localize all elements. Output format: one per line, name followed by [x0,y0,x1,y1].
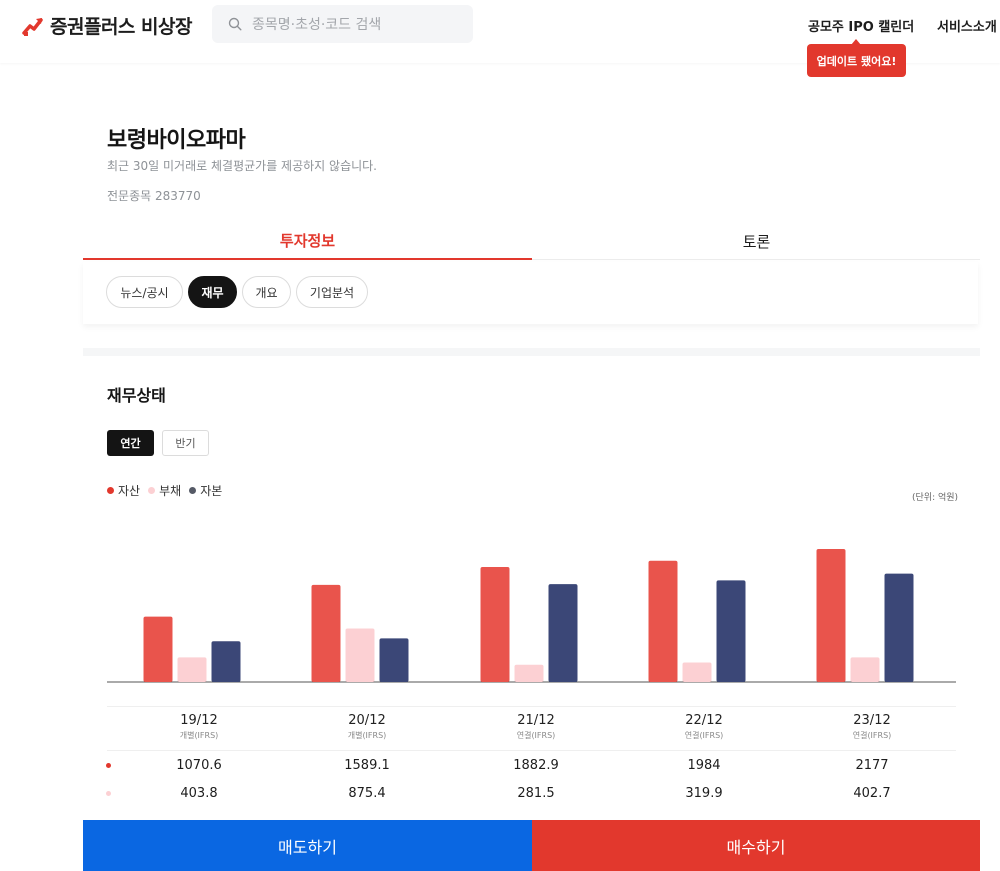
period-column: 19/12 개별(IFRS) [139,713,259,741]
bar-assets-19-12[interactable] [143,616,173,682]
period-column: 20/12 개별(IFRS) [307,713,427,741]
table-cell-liabilities: 319.9 [685,786,723,801]
table-cell-assets: 1984 [687,758,721,773]
row-dot-liabilities [106,791,111,796]
bar-equity-19-12[interactable] [211,641,241,682]
buy-button[interactable]: 매수하기 [532,820,980,871]
period-label: 20/12 [348,713,386,728]
bar-liabilities-22-12[interactable] [682,662,712,682]
bar-assets-23-12[interactable] [816,549,846,682]
period-basis: 연결(IFRS) [852,731,892,740]
period-column: 23/12 연결(IFRS) [812,713,932,741]
period-label: 23/12 [853,713,891,728]
bar-liabilities-23-12[interactable] [850,657,880,682]
bar-liabilities-20-12[interactable] [345,628,375,682]
table-cell-assets: 2177 [855,758,889,773]
table-divider [107,706,956,707]
sell-button[interactable]: 매도하기 [83,820,532,871]
period-column: 21/12 연결(IFRS) [476,713,596,741]
period-column: 22/12 연결(IFRS) [644,713,764,741]
period-basis: 개별(IFRS) [179,731,219,740]
bar-equity-20-12[interactable] [379,638,409,682]
table-cell-liabilities: 403.8 [180,786,218,801]
bar-equity-23-12[interactable] [884,573,914,682]
table-cell-liabilities: 875.4 [348,786,386,801]
bar-assets-22-12[interactable] [648,560,678,682]
period-label: 21/12 [517,713,555,728]
row-dot-assets [106,763,111,768]
trade-bar: 매도하기 매수하기 [83,820,980,871]
period-basis: 연결(IFRS) [516,731,556,740]
table-cell-assets: 1589.1 [344,758,390,773]
table-cell-liabilities: 402.7 [853,786,891,801]
bar-liabilities-21-12[interactable] [514,664,544,682]
bar-equity-22-12[interactable] [716,580,746,682]
table-cell-liabilities: 281.5 [517,786,555,801]
table-divider [107,750,956,751]
period-label: 19/12 [180,713,218,728]
period-label: 22/12 [685,713,723,728]
bar-assets-21-12[interactable] [480,566,510,682]
bar-equity-21-12[interactable] [548,584,578,682]
financial-bar-chart [107,549,956,683]
period-basis: 개별(IFRS) [347,731,387,740]
period-basis: 연결(IFRS) [684,731,724,740]
table-cell-assets: 1882.9 [513,758,559,773]
table-cell-assets: 1070.6 [176,758,222,773]
bar-assets-20-12[interactable] [311,584,341,682]
bar-liabilities-19-12[interactable] [177,657,207,682]
